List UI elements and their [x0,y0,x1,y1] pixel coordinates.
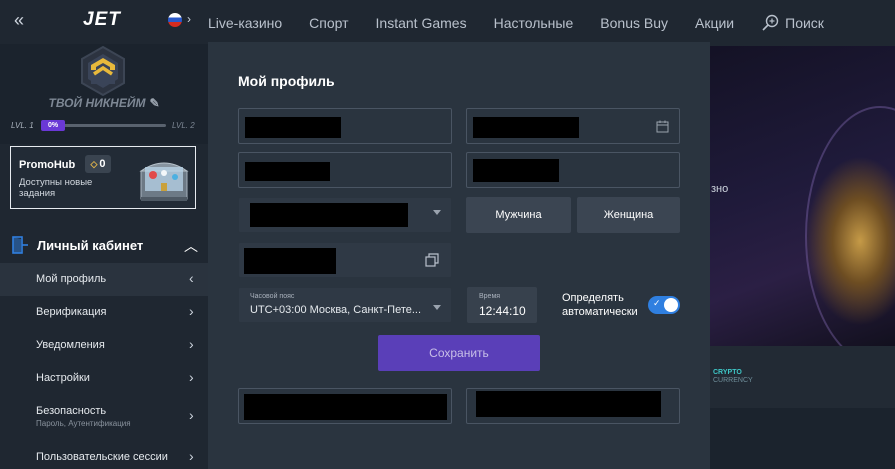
promohub-count-badge: ◇ 0 [85,155,111,173]
chevron-down-icon [433,210,441,215]
auto-detect-toggle[interactable]: ✓ [648,296,680,314]
chevron-down-icon [433,305,441,310]
profile-modal: Мой профиль Мужчина Женщина Часовой пояс… [208,42,710,469]
treasure-chest-icon [139,162,189,201]
time-display: Время 12:44:10 [467,287,537,323]
time-label: Время [479,293,501,300]
email-field[interactable] [238,388,452,424]
promohub-card[interactable]: PromoHub ◇ 0 Доступны новые задания [10,146,196,209]
profile-summary: ТВОЙ НИКНЕЙМ ✎ LVL. 1 0% LVL. 2 [0,44,208,144]
save-button[interactable]: Сохранить [378,335,540,371]
redacted-value [245,117,341,138]
calendar-icon[interactable] [656,120,669,133]
page-background-lower [710,408,895,469]
diamond-icon: ◇ [90,158,98,169]
chevron-left-icon: ‹ [189,270,194,286]
sidebar-item-label: Уведомления [36,339,105,351]
chevron-right-icon: › [189,407,194,423]
sidebar-item-label: Безопасность [36,405,107,417]
last-name-field[interactable] [238,152,452,188]
sidebar-item-label: Пользовательские сессии [36,451,168,463]
top-navigation: Live-казино Спорт Instant Games Настольн… [208,0,895,46]
redacted-value [473,159,559,182]
phone-field[interactable] [466,388,680,424]
copy-icon[interactable] [425,253,439,267]
sidebar-item-my-profile[interactable]: Мой профиль ‹ [0,263,208,296]
time-value: 12:44:10 [479,304,526,318]
sidebar-item-user-sessions[interactable]: Пользовательские сессии › [0,440,208,469]
nav-promotions[interactable]: Акции [695,15,734,31]
timezone-select[interactable]: Часовой пояс UTC+03:00 Москва, Санкт-Пет… [238,287,452,323]
redacted-value [250,203,408,227]
promohub-description: Доступны новые задания [19,177,93,199]
sidebar-item-label: Мой профиль [36,273,107,285]
redacted-value [473,117,579,138]
gender-female-button[interactable]: Женщина [577,197,680,233]
russia-flag-icon[interactable] [168,13,182,27]
sidebar-header: « JET › [0,0,208,44]
middle-name-field[interactable] [466,152,680,188]
nav-live-casino[interactable]: Live-казино [208,15,282,31]
account-id-field[interactable] [238,242,452,278]
nav-bonus-buy[interactable]: Bonus Buy [600,15,668,31]
chevron-right-icon: › [189,303,194,319]
level-next: LVL. 2 [172,121,195,130]
redacted-value [476,391,661,417]
personal-cabinet-header[interactable]: Личный кабинет ︿ [0,228,208,262]
promohub-title: PromoHub [19,159,76,171]
nav-table-games[interactable]: Настольные [494,15,574,31]
search-label: Поиск [785,15,824,31]
sidebar-item-label: Настройки [36,372,90,384]
sidebar: « JET › ТВОЙ НИКНЕЙМ✎ LVL. 1 0% LVL. 2 [0,0,208,469]
personal-cabinet-label: Личный кабинет [37,238,144,253]
site-logo[interactable]: JET [83,9,121,31]
redacted-value [244,394,447,420]
door-icon [12,236,28,254]
sidebar-item-verification[interactable]: Верификация › [0,296,208,329]
redacted-value [244,248,336,274]
search-icon [762,14,779,31]
nickname[interactable]: ТВОЙ НИКНЕЙМ ✎ [0,96,208,110]
promo-banner [710,46,895,346]
sidebar-item-sublabel: Пароль, Аутентификация [36,419,131,428]
first-name-field[interactable] [238,108,452,144]
edit-pencil-icon[interactable]: ✎ [149,96,159,110]
toggle-knob [664,298,678,312]
chevron-right-icon: › [189,336,194,352]
nav-instant-games[interactable]: Instant Games [376,15,467,31]
level-progress-badge: 0% [41,120,65,131]
country-select[interactable] [238,197,452,233]
timezone-value: UTC+03:00 Москва, Санкт-Пете... [250,304,422,316]
chevron-right-icon: › [189,448,194,464]
auto-detect-label: Определять автоматически [562,292,638,318]
timezone-label: Часовой пояс [250,293,295,300]
gender-male-button[interactable]: Мужчина [466,197,571,233]
sidebar-item-notifications[interactable]: Уведомления › [0,329,208,362]
chevron-right-icon[interactable]: › [187,12,191,26]
avatar[interactable] [80,46,126,96]
nav-sport[interactable]: Спорт [309,15,348,31]
search-button[interactable]: Поиск [761,14,824,32]
chevron-right-icon: › [189,369,194,385]
crypto-logo: CRYPTO CURRENCY [713,369,753,384]
page-title: Мой профиль [238,73,335,89]
banner-partial-text: зно [711,183,729,195]
redacted-value [245,162,330,181]
sidebar-item-label: Верификация [36,306,107,318]
check-icon: ✓ [653,298,661,308]
double-chevron-left-icon[interactable]: « [14,10,24,31]
sidebar-item-settings[interactable]: Настройки › [0,362,208,395]
level-current: LVL. 1 [11,121,34,130]
sidebar-item-security[interactable]: Безопасность Пароль, Аутентификация › [0,395,208,435]
chevron-up-icon[interactable]: ︿ [184,236,198,256]
birthdate-field[interactable] [466,108,680,144]
